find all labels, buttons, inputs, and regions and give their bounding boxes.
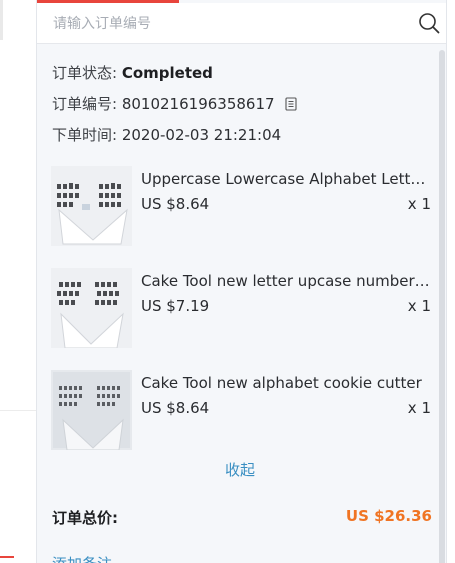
background-divider [0, 0, 3, 40]
order-time-value: 2020-02-03 21:21:04 [121, 126, 282, 144]
order-number-value: 8010216196358617 [121, 95, 275, 113]
product-price: US $8.64 [141, 399, 210, 417]
order-status-row: 订单状态: Completed [52, 62, 213, 83]
product-quantity: x 1 [407, 195, 431, 213]
scrollbar-thumb[interactable] [439, 50, 445, 563]
background-page-strip [0, 0, 36, 563]
order-search-bar [37, 3, 446, 44]
search-icon[interactable] [418, 12, 440, 34]
order-time-row: 下单时间: 2020-02-03 21:21:04 [52, 124, 281, 145]
product-price: US $7.19 [141, 297, 210, 315]
collapse-items-link[interactable]: 收起 [225, 459, 255, 480]
product-title-link[interactable]: Uppercase Lowercase Alphabet Letter Cook… [141, 170, 431, 188]
scrollbar[interactable] [438, 44, 446, 563]
copy-icon[interactable] [285, 97, 297, 111]
order-item: Cake Tool new alphabet cookie cutter US … [51, 370, 431, 452]
order-item: Cake Tool new letter upcase number cooki… [51, 268, 431, 350]
order-total-label: 订单总价: [52, 509, 118, 527]
product-quantity: x 1 [407, 399, 431, 417]
product-image[interactable] [51, 370, 132, 450]
order-popup-panel: 订单状态: Completed 订单编号: 8010216196358617 下… [36, 0, 447, 563]
product-image[interactable] [51, 166, 132, 246]
order-number-search-input[interactable] [51, 11, 415, 37]
background-accent [0, 556, 14, 558]
order-status-label: 订单状态: [52, 64, 118, 82]
product-price: US $8.64 [141, 195, 210, 213]
order-total-value: US $26.36 [345, 507, 432, 525]
order-time-label: 下单时间: [52, 126, 118, 144]
product-title-link[interactable]: Cake Tool new letter upcase number cooki… [141, 272, 431, 290]
order-number-row: 订单编号: 8010216196358617 [52, 93, 297, 114]
product-quantity: x 1 [407, 297, 431, 315]
product-title-link[interactable]: Cake Tool new alphabet cookie cutter [141, 374, 431, 392]
order-item: Uppercase Lowercase Alphabet Letter Cook… [51, 166, 431, 248]
order-status-value: Completed [121, 64, 213, 82]
add-note-link[interactable]: 添加备注 [52, 553, 112, 563]
page: 订单状态: Completed 订单编号: 8010216196358617 下… [0, 0, 455, 563]
background-divider [0, 410, 36, 411]
order-number-label: 订单编号: [52, 95, 118, 113]
product-image[interactable] [51, 268, 132, 348]
